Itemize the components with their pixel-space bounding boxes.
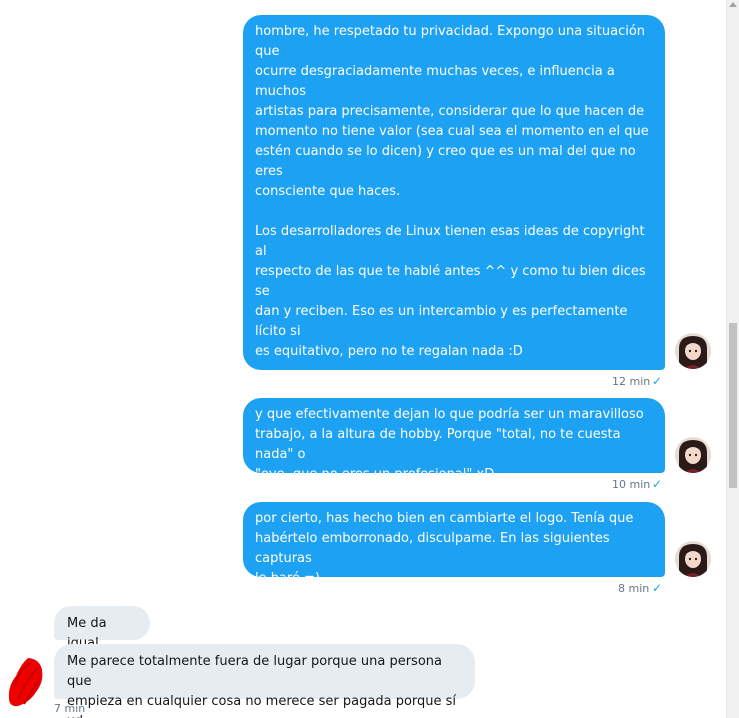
avatar[interactable] [675, 437, 711, 473]
message-timestamp: 10 min [612, 478, 651, 491]
message-bubble-outgoing[interactable]: hombre, he respetado tu privacidad. Expo… [243, 15, 665, 519]
check-icon: ✓ [652, 477, 663, 491]
redaction-scribble [8, 658, 43, 707]
scroll-up-arrow-icon[interactable] [729, 2, 737, 7]
check-icon: ✓ [652, 581, 663, 595]
avatar[interactable] [675, 333, 711, 369]
message-bubble-outgoing[interactable]: y que efectivamente dejan lo que podría … [243, 398, 665, 482]
dm-conversation: hombre, he respetado tu privacidad. Expo… [0, 0, 739, 718]
scrollbar[interactable] [727, 0, 739, 718]
scrollbar-thumb[interactable] [729, 323, 737, 488]
message-bubble-incoming[interactable]: Me parece totalmente fuera de lugar porq… [54, 644, 475, 718]
message-bubble-incoming[interactable]: Me da igual [54, 606, 150, 651]
message-timestamp: 8 min [618, 582, 650, 595]
message-timestamp: 7 min [54, 702, 86, 715]
check-icon: ✓ [652, 374, 663, 388]
avatar[interactable] [675, 541, 711, 577]
message-timestamp: 12 min [612, 375, 651, 388]
message-bubble-outgoing[interactable]: por cierto, has hecho bien en cambiarte … [243, 502, 665, 586]
